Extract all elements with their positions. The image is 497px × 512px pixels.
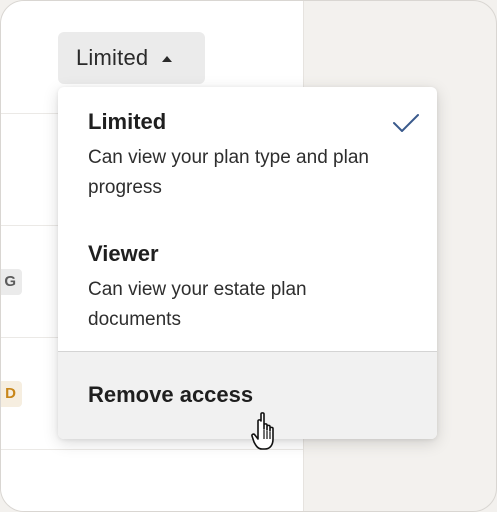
access-level-menu: Limited Can view your plan type and plan… [58,87,437,439]
status-badge: G [1,269,22,295]
option-title: Limited [88,109,167,134]
remove-access-label: Remove access [88,382,254,407]
checkmark-icon [393,114,419,132]
menu-option-limited[interactable]: Limited Can view your plan type and plan… [58,87,437,219]
window-frame: G D Limited Limited Can view your plan t… [0,0,497,512]
status-badge: D [1,381,22,407]
access-level-label: Limited [76,45,149,70]
option-title: Viewer [88,241,159,266]
option-description: Can view your estate plan documents [88,279,307,330]
remove-access-option[interactable]: Remove access [58,352,437,439]
menu-option-viewer[interactable]: Viewer Can view your estate plan documen… [58,219,437,351]
hand-pointer-icon [251,412,274,450]
access-level-dropdown[interactable]: Limited [58,32,205,84]
caret-up-icon [162,55,173,62]
option-description: Can view your plan type and plan progres… [88,147,369,198]
